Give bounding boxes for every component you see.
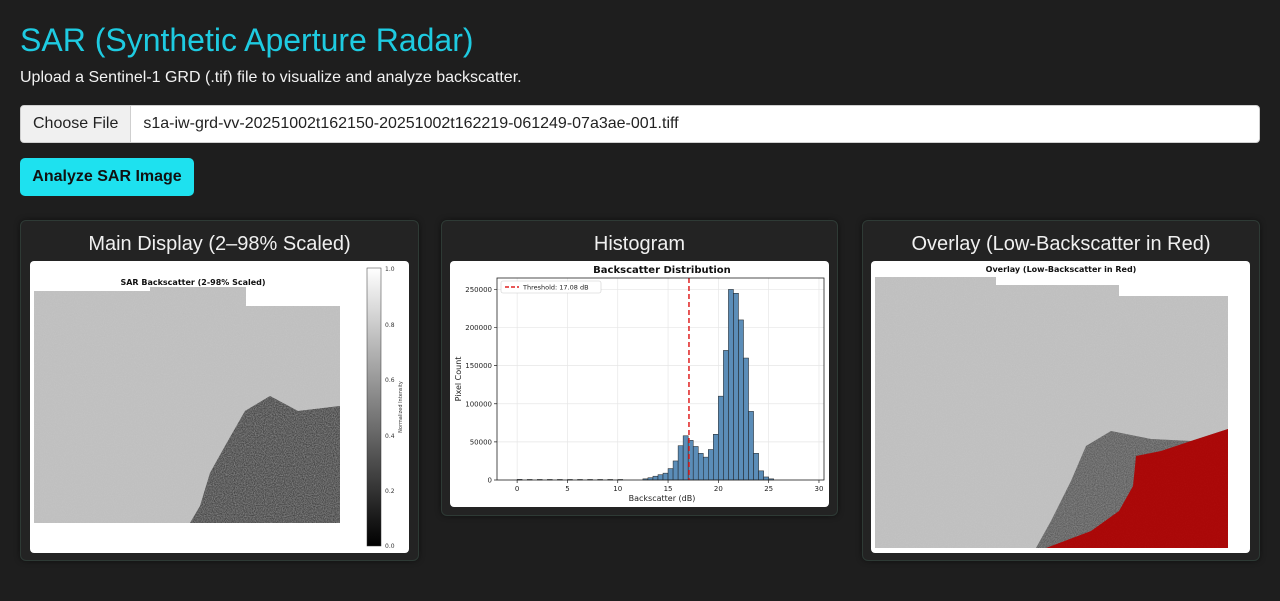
histogram-bar	[682, 435, 689, 481]
x-tick-label: 10	[613, 485, 622, 493]
x-tick-label: 0	[515, 485, 519, 493]
y-tick-label: 50000	[470, 438, 492, 446]
y-tick-label: 0	[488, 477, 492, 485]
histogram-chart: Backscatter Distribution 0 5 10 15 20 25 30 0 50…	[454, 265, 825, 503]
colorbar-tick: 0.4	[385, 433, 395, 440]
y-tick-label: 200000	[465, 324, 492, 332]
overlay-panel: Overlay (Low-Backscatter in Red) Overlay…	[862, 220, 1260, 561]
x-tick-label: 30	[815, 485, 824, 493]
histogram-panel: Histogram Backscatter Distribution 0 5 10 1…	[441, 220, 838, 516]
histogram-bar	[708, 449, 714, 481]
x-tick-label: 5	[565, 485, 569, 493]
histogram-bar	[697, 453, 704, 481]
chart-title: Backscatter Distribution	[593, 265, 731, 276]
main-display-figure: SAR Backscatter (2-98% Scaled) 1.0 0.8 0…	[30, 261, 409, 553]
choose-file-button[interactable]: Choose File	[21, 106, 132, 142]
main-display-heading: Main Display (2–98% Scaled)	[88, 233, 351, 255]
overlay-plot: Overlay (Low-Backscatter in Red)	[875, 265, 1228, 548]
histogram-bar	[748, 411, 754, 481]
colorbar-tick: 0.6	[385, 377, 395, 384]
y-tick-label: 250000	[465, 286, 492, 294]
histogram-bar	[733, 292, 739, 481]
colorbar-label: Normalized Intensity	[398, 381, 404, 433]
colorbar-tick: 0.0	[385, 543, 395, 550]
colorbar-tick: 0.2	[385, 488, 395, 495]
file-input[interactable]: Choose File s1a-iw-grd-vv-20251002t16215…	[20, 105, 1260, 143]
histogram-bar	[657, 474, 664, 481]
histogram-bar	[728, 289, 734, 481]
histogram-bar	[662, 472, 669, 481]
histogram-bar	[723, 350, 729, 481]
histogram-bar	[738, 319, 744, 481]
legend-label: Threshold: 17.08 dB	[522, 284, 589, 292]
histogram-bar	[763, 476, 769, 481]
y-tick-label: 150000	[465, 362, 492, 370]
page-title: SAR (Synthetic Aperture Radar)	[20, 22, 474, 58]
selected-file-name: s1a-iw-grd-vv-20251002t162150-20251002t1…	[143, 115, 679, 132]
x-tick-label: 15	[664, 485, 673, 493]
main-display-panel: Main Display (2–98% Scaled) SAR Backscat…	[20, 220, 419, 561]
colorbar	[366, 267, 382, 547]
histogram-figure: Backscatter Distribution 0 5 10 15 20 25 30 0 50…	[450, 261, 829, 507]
page-subtitle: Upload a Sentinel-1 GRD (.tif) file to v…	[20, 69, 522, 86]
x-tick-label: 20	[714, 485, 723, 493]
analyze-sar-button[interactable]: Analyze SAR Image	[20, 158, 194, 196]
main-plot-title: SAR Backscatter (2-98% Scaled)	[120, 278, 265, 287]
histogram-bar	[758, 470, 764, 481]
histogram-bar	[703, 456, 709, 481]
x-axis-label: Backscatter (dB)	[629, 494, 696, 503]
main-display-plot: SAR Backscatter (2-98% Scaled) 1.0 0.8 0…	[34, 266, 404, 550]
histogram-bar	[672, 460, 679, 481]
histogram-bar	[753, 453, 759, 481]
y-axis-label: Pixel Count	[454, 357, 463, 402]
histogram-bar	[718, 395, 724, 481]
histogram-bar	[677, 445, 684, 481]
y-tick-label: 100000	[465, 400, 492, 408]
overlay-heading: Overlay (Low-Backscatter in Red)	[911, 233, 1211, 255]
histogram-bar	[713, 434, 719, 481]
histogram-bar	[743, 357, 749, 481]
colorbar-tick: 0.8	[385, 322, 395, 329]
colorbar-tick: 1.0	[385, 266, 395, 273]
histogram-bar	[667, 468, 674, 481]
overlay-figure: Overlay (Low-Backscatter in Red)	[871, 261, 1250, 553]
histogram-bar	[692, 446, 699, 481]
plot-frame	[496, 277, 825, 481]
overlay-plot-title: Overlay (Low-Backscatter in Red)	[986, 265, 1137, 274]
histogram-heading: Histogram	[593, 233, 686, 255]
x-tick-label: 25	[764, 485, 773, 493]
histogram-bar	[652, 475, 659, 481]
